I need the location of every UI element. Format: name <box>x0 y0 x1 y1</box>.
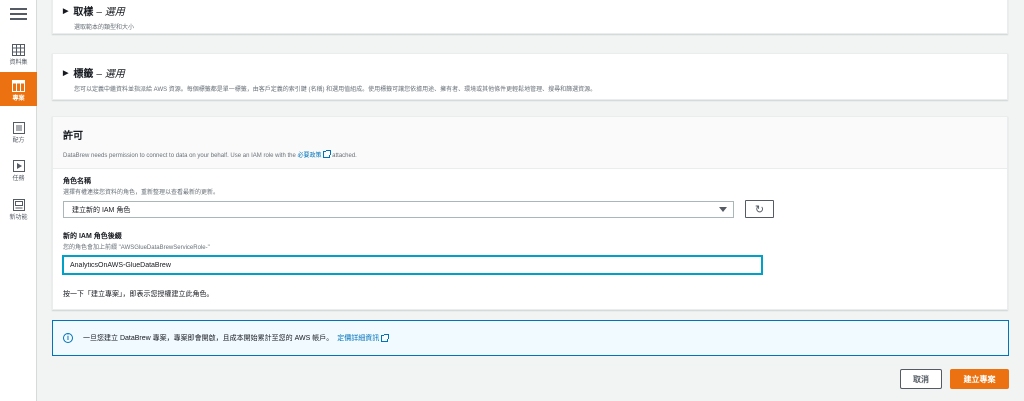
left-nav-rail: 資料集 專案 配方 任務 新功能 <box>0 0 37 401</box>
permissions-section: 許可 DataBrew needs permission to connect … <box>52 116 1008 310</box>
sampling-optional: – 選用 <box>96 7 125 18</box>
caret-down-icon <box>719 207 727 212</box>
nav-label-datasets: 資料集 <box>9 60 28 66</box>
create-role-note: 按一下「建立專案」，即表示您授權建立此角色。 <box>63 291 214 298</box>
job-icon <box>12 160 25 172</box>
role-name-label: 角色名稱 <box>63 178 91 185</box>
permissions-desc-before: DataBrew needs permission to connect to … <box>63 153 296 159</box>
permissions-title: 許可 <box>63 131 83 142</box>
role-suffix-input[interactable] <box>63 256 762 274</box>
permissions-header: 許可 DataBrew needs permission to connect … <box>53 117 1007 169</box>
caret-right-icon: ▶ <box>63 7 69 15</box>
tags-optional: – 選用 <box>96 69 125 80</box>
sampling-title: 取樣 <box>73 7 94 18</box>
recipe-icon <box>12 122 25 134</box>
tags-section: ▶ 標籤 – 選用 您可以定義中繼資料並指派給 AWS 資源。每個標籤都是單一標… <box>52 53 1008 100</box>
pricing-details-link[interactable]: 定價詳細資訊 <box>337 333 379 343</box>
cost-info-alert: i 一旦您建立 DataBrew 專案，專案即會開啟，且成本開始累計至您的 AW… <box>52 320 1009 356</box>
permissions-desc-after: attached. <box>332 153 357 159</box>
table-icon <box>12 44 25 56</box>
role-suffix-label: 新的 IAM 角色後綴 <box>63 233 122 240</box>
nav-label-projects: 專案 <box>12 96 25 102</box>
cancel-button[interactable]: 取消 <box>900 369 942 389</box>
nav-item-whats-new[interactable]: 新功能 <box>0 199 37 225</box>
whats-new-icon <box>12 199 25 211</box>
role-name-hint: 選擇有權連接您資料的角色，重新整理以查看最新的更新。 <box>63 190 220 196</box>
nav-label-recipes: 配方 <box>12 138 25 144</box>
refresh-button[interactable]: ↻ <box>745 200 774 218</box>
refresh-icon: ↻ <box>754 203 765 216</box>
nav-label-jobs: 任務 <box>12 176 25 182</box>
sampling-section: ▶ 取樣 – 選用 選取範本的類型和大小 <box>52 0 1008 34</box>
tags-toggle[interactable]: ▶ 標籤 – 選用 <box>63 65 997 80</box>
nav-item-projects[interactable]: 專案 <box>0 72 37 106</box>
required-policy-link[interactable]: 必要政策 <box>297 153 321 159</box>
nav-item-jobs[interactable]: 任務 <box>0 160 37 186</box>
role-suffix-field: 新的 IAM 角色後綴 您的角色會加上前綴 "AWSGlueDataBrewSe… <box>63 231 210 251</box>
role-suffix-hint: 您的角色會加上前綴 "AWSGlueDataBrewServiceRole-" <box>63 245 210 251</box>
caret-right-icon: ▶ <box>63 69 69 77</box>
sampling-toggle[interactable]: ▶ 取樣 – 選用 <box>63 3 997 18</box>
role-select-value: 建立新的 IAM 角色 <box>72 206 131 214</box>
sampling-description: 選取範本的類型和大小 <box>74 25 135 31</box>
info-text: 一旦您建立 DataBrew 專案，專案即會開啟，且成本開始累計至您的 AWS … <box>83 335 334 342</box>
tags-description: 您可以定義中繼資料並指派給 AWS 資源。每個標籤都是單一標籤，由客戶定義的索引… <box>74 87 597 93</box>
info-icon: i <box>63 333 73 343</box>
external-link-icon <box>381 333 390 342</box>
permissions-description: DataBrew needs permission to connect to … <box>63 150 997 159</box>
nav-label-whats-new: 新功能 <box>9 215 28 221</box>
role-select[interactable]: 建立新的 IAM 角色 <box>63 201 734 218</box>
nav-item-datasets[interactable]: 資料集 <box>0 44 37 70</box>
tags-title: 標籤 <box>73 69 94 80</box>
project-icon <box>12 80 25 92</box>
menu-icon[interactable] <box>10 6 27 20</box>
external-link-icon <box>323 150 332 158</box>
nav-item-recipes[interactable]: 配方 <box>0 122 37 148</box>
role-name-field: 角色名稱 選擇有權連接您資料的角色，重新整理以查看最新的更新。 <box>63 176 219 196</box>
create-project-button[interactable]: 建立專案 <box>950 369 1009 389</box>
